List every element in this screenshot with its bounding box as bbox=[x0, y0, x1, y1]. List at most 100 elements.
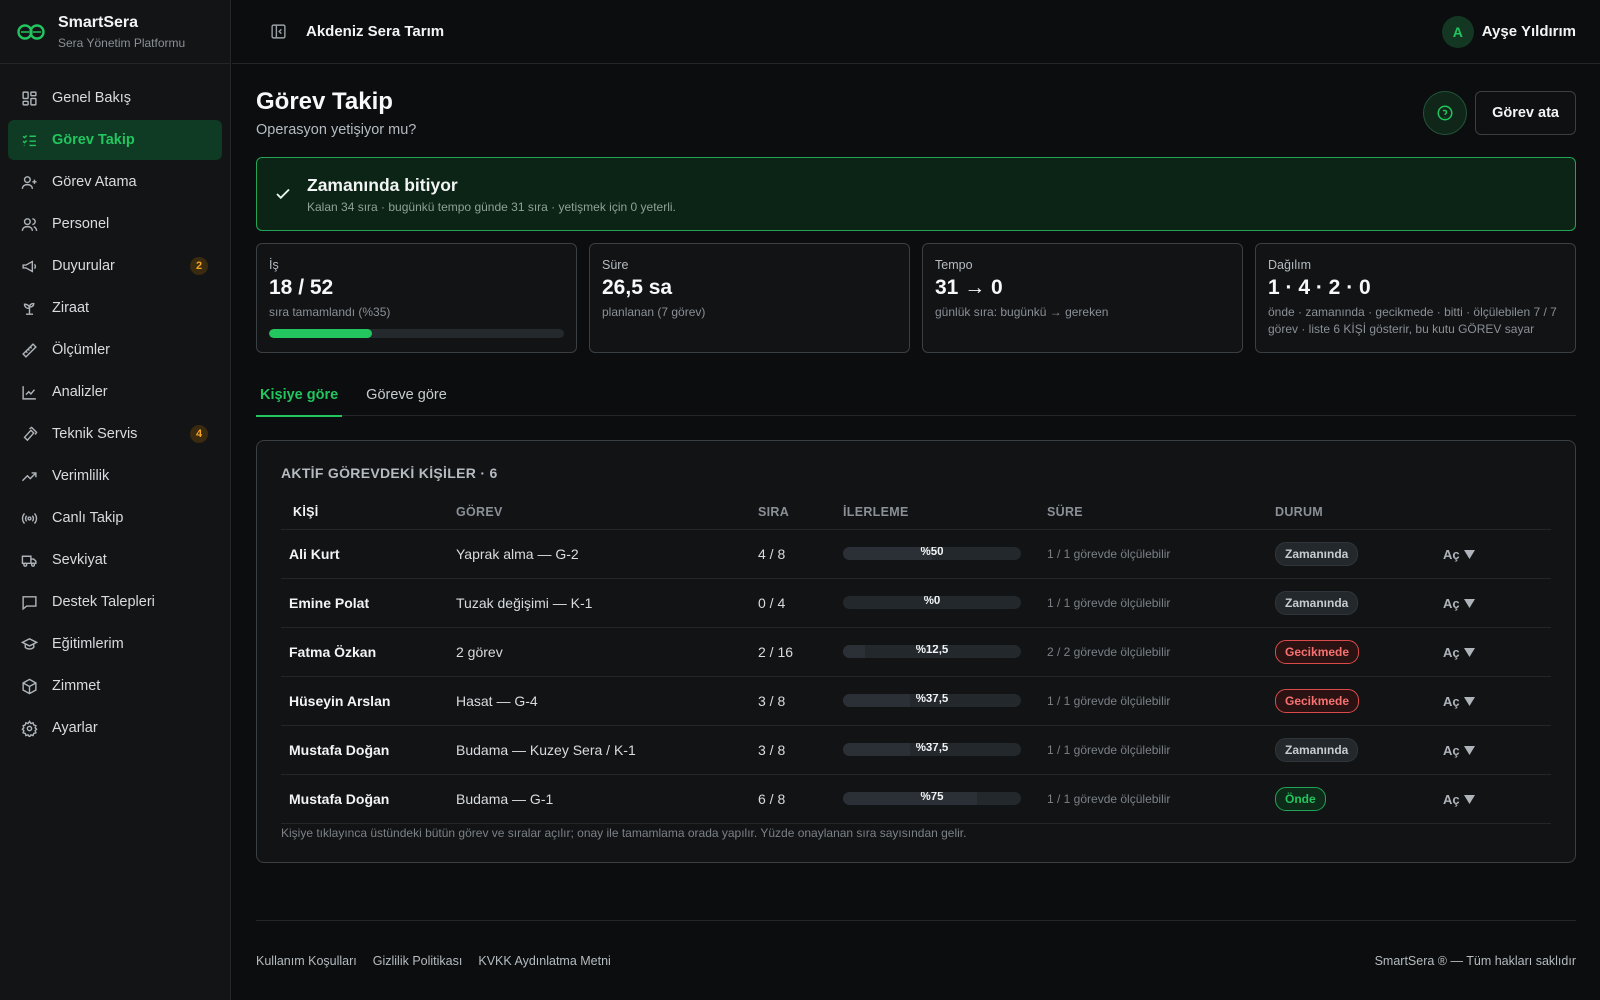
page-header: Görev Takip Operasyon yetişiyor mu? Göre… bbox=[256, 88, 1576, 138]
sidebar-item-gorev-atama[interactable]: Görev Atama bbox=[8, 162, 222, 202]
sequence-count: 2 / 16 bbox=[758, 627, 843, 677]
duration-note: 1 / 1 görevde ölçülebilir bbox=[1047, 529, 1275, 579]
tab-by-person[interactable]: Kişiye göre bbox=[256, 373, 343, 417]
active-people-card: AKTİF GÖREVDEKİ KİŞİLER · 6 KİŞİ GÖREV S… bbox=[256, 440, 1576, 863]
sidebar-item-analizler[interactable]: Analizler bbox=[8, 372, 222, 412]
user-menu[interactable]: A Ayşe Yıldırım bbox=[1441, 15, 1576, 48]
sidebar-item-ziraat[interactable]: Ziraat bbox=[8, 288, 222, 328]
help-button[interactable] bbox=[1423, 91, 1468, 135]
line-chart-icon bbox=[20, 383, 38, 401]
caret-down-icon bbox=[1463, 647, 1475, 657]
page-subtitle: Operasyon yetişiyor mu? bbox=[256, 122, 417, 138]
open-row-button[interactable]: Aç bbox=[1443, 694, 1475, 709]
progress-label: %0 bbox=[923, 596, 941, 607]
sidebar-item-personel[interactable]: Personel bbox=[8, 204, 222, 244]
status-cell: Zamanında bbox=[1275, 725, 1443, 775]
sidebar-item-teknik-servis[interactable]: Teknik Servis 4 bbox=[8, 414, 222, 454]
kvkk-link[interactable]: KVKK Aydınlatma Metni bbox=[478, 954, 610, 968]
progress-bar: %0 bbox=[843, 596, 1021, 609]
action-cell: Aç bbox=[1443, 529, 1551, 579]
sidebar-item-egitimlerim[interactable]: Eğitimlerim bbox=[8, 624, 222, 664]
open-row-button[interactable]: Aç bbox=[1443, 596, 1475, 611]
sidebar-item-verimlilik[interactable]: Verimlilik bbox=[8, 456, 222, 496]
sidebar-item-label: Görev Takip bbox=[52, 132, 135, 148]
sidebar-collapse-icon[interactable] bbox=[268, 22, 288, 42]
sidebar-item-label: Görev Atama bbox=[52, 174, 137, 190]
check-icon bbox=[273, 184, 293, 204]
copyright: SmartSera ® — Tüm hakları saklıdır bbox=[1374, 953, 1576, 968]
status-banner: Zamanında bitiyor Kalan 34 sıra · bugünk… bbox=[256, 157, 1576, 231]
sequence-count: 0 / 4 bbox=[758, 578, 843, 628]
caret-down-icon bbox=[1463, 598, 1475, 608]
table-row[interactable]: Mustafa Doğan Budama — Kuzey Sera / K-1 3 … bbox=[281, 725, 1551, 775]
broadcast-icon bbox=[20, 509, 38, 527]
progress-bar: %37,5 bbox=[843, 743, 1021, 756]
stat-value: 31 → 0 bbox=[935, 276, 1003, 299]
person-name[interactable]: Hüseyin Arslan bbox=[281, 676, 456, 726]
terms-link[interactable]: Kullanım Koşulları bbox=[256, 954, 357, 968]
stat-card-tempo: Tempo 31 → 0 günlük sıra: bugünkü → gere… bbox=[922, 243, 1243, 353]
sidebar-item-canli-takip[interactable]: Canlı Takip bbox=[8, 498, 222, 538]
tab-by-task[interactable]: Göreve göre bbox=[362, 373, 451, 416]
open-row-button[interactable]: Aç bbox=[1443, 645, 1475, 660]
progress-bar: %12,5 bbox=[843, 645, 1021, 658]
sidebar-item-label: Eğitimlerim bbox=[52, 636, 124, 652]
checklist-icon bbox=[20, 131, 38, 149]
stat-label: Dağılım bbox=[1268, 258, 1312, 272]
dashboard-icon bbox=[20, 89, 38, 107]
table-row[interactable]: Ali Kurt Yaprak alma — G-2 4 / 8 %50 1 / 1 g… bbox=[281, 529, 1551, 579]
person-name[interactable]: Fatma Özkan bbox=[281, 627, 456, 677]
open-row-button[interactable]: Aç bbox=[1443, 547, 1475, 562]
stat-subtitle: önde · zamanında · gecikmede · bitti · ö… bbox=[1268, 305, 1557, 336]
column-header-sequence: SIRA bbox=[758, 495, 843, 530]
task-name: Yaprak alma — G-2 bbox=[456, 529, 758, 579]
person-name[interactable]: Ali Kurt bbox=[281, 529, 456, 579]
assign-task-button[interactable]: Görev ata bbox=[1475, 91, 1576, 135]
sidebar-item-label: Duyurular bbox=[52, 258, 115, 274]
progress-label: %75 bbox=[920, 792, 944, 803]
column-header-task: GÖREV bbox=[456, 495, 758, 530]
duration-note: 2 / 2 görevde ölçülebilir bbox=[1047, 627, 1275, 677]
table-note: Kişiye tıklayınca üstündeki bütün görev … bbox=[281, 825, 967, 840]
table-row[interactable]: Fatma Özkan 2 görev 2 / 16 %12,5 2 / 2 görev… bbox=[281, 627, 1551, 677]
action-cell: Aç bbox=[1443, 676, 1551, 726]
person-name[interactable]: Emine Polat bbox=[281, 578, 456, 628]
sidebar-item-olcumler[interactable]: Ölçümler bbox=[8, 330, 222, 370]
stat-card-duration: Süre 26,5 sa planlanan (7 görev) bbox=[589, 243, 910, 353]
sidebar-item-destek-talepleri[interactable]: Destek Talepleri bbox=[8, 582, 222, 622]
progress-cell: %12,5 bbox=[843, 627, 1047, 677]
open-row-button[interactable]: Aç bbox=[1443, 792, 1475, 807]
sidebar-item-duyurular[interactable]: Duyurular 2 bbox=[8, 246, 222, 286]
table-row[interactable]: Emine Polat Tuzak değişimi — K-1 0 / 4 %0 1 … bbox=[281, 578, 1551, 628]
sidebar-item-sevkiyat[interactable]: Sevkiyat bbox=[8, 540, 222, 580]
table-row[interactable]: Mustafa Doğan Budama — G-1 6 / 8 %75 1 / 1 g… bbox=[281, 774, 1551, 824]
brand[interactable]: SmartSera Sera Yönetim Platformu bbox=[0, 0, 230, 64]
header-actions: Görev ata bbox=[1423, 91, 1576, 135]
graduation-cap-icon bbox=[20, 635, 38, 653]
column-header-duration: SÜRE bbox=[1047, 495, 1275, 530]
sidebar-item-gorev-takip[interactable]: Görev Takip bbox=[8, 120, 222, 160]
caret-down-icon bbox=[1463, 549, 1475, 559]
stat-value: 18 / 52 bbox=[269, 276, 334, 299]
sidebar-item-label: Verimlilik bbox=[52, 468, 110, 484]
duration-note: 1 / 1 görevde ölçülebilir bbox=[1047, 578, 1275, 628]
progress-cell: %75 bbox=[843, 774, 1047, 824]
privacy-link[interactable]: Gizlilik Politikası bbox=[373, 954, 463, 968]
progress-cell: %37,5 bbox=[843, 676, 1047, 726]
sidebar-item-genel-bakis[interactable]: Genel Bakış bbox=[8, 78, 222, 118]
sidebar-item-ayarlar[interactable]: Ayarlar bbox=[8, 708, 222, 748]
stat-label: İş bbox=[269, 258, 279, 272]
sequence-count: 6 / 8 bbox=[758, 774, 843, 824]
person-name[interactable]: Mustafa Doğan bbox=[281, 774, 456, 824]
column-header-status: DURUM bbox=[1275, 495, 1443, 530]
sidebar-item-zimmet[interactable]: Zimmet bbox=[8, 666, 222, 706]
sidebar-item-label: Ziraat bbox=[52, 300, 90, 316]
open-row-button[interactable]: Aç bbox=[1443, 743, 1475, 758]
progress-label: %37,5 bbox=[915, 743, 949, 754]
open-label: Aç bbox=[1443, 742, 1460, 758]
task-name: Budama — G-1 bbox=[456, 774, 758, 824]
table-row[interactable]: Hüseyin Arslan Hasat — G-4 3 / 8 %37,5 1 / 1… bbox=[281, 676, 1551, 726]
status-cell: Zamanında bbox=[1275, 529, 1443, 579]
person-name[interactable]: Mustafa Doğan bbox=[281, 725, 456, 775]
sequence-count: 3 / 8 bbox=[758, 725, 843, 775]
